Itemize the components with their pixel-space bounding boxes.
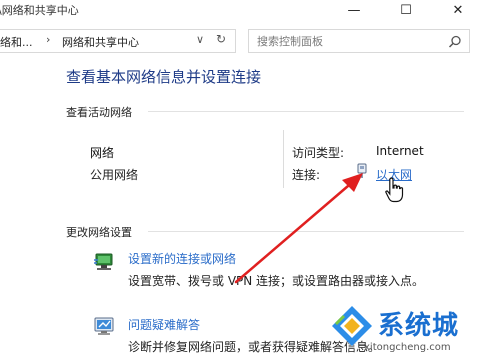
search-input[interactable]	[257, 32, 437, 50]
search-box[interactable]	[248, 29, 470, 53]
minimize-button[interactable]: —	[332, 0, 376, 20]
title-bar: \网络和共享中心 — ☐ ✕	[0, 0, 478, 20]
access-type-value: Internet	[376, 144, 424, 158]
setup-new-connection-link[interactable]: 设置新的连接或网络	[128, 250, 236, 267]
change-settings-heading: 更改网络设置	[66, 226, 132, 239]
section-divider	[148, 231, 464, 232]
breadcrumb[interactable]: 络和... › 网络和共享中心 ∨ ↻	[0, 29, 236, 53]
ethernet-icon[interactable]	[356, 163, 368, 179]
new-connection-icon[interactable]	[92, 250, 116, 274]
close-icon: ✕	[452, 2, 464, 18]
watermark-site: xitongcheng.com	[364, 342, 451, 353]
close-button[interactable]: ✕	[436, 0, 478, 20]
section-divider	[148, 111, 464, 112]
access-type-label: 访问类型:	[292, 146, 345, 160]
network-category: 公用网络	[90, 168, 139, 182]
network-name: 网络	[90, 146, 115, 160]
address-bar: 络和... › 网络和共享中心 ∨ ↻	[0, 28, 478, 54]
chevron-down-icon[interactable]: ∨	[196, 33, 204, 46]
search-icon[interactable]	[447, 34, 463, 50]
troubleshoot-link[interactable]: 问题疑难解答	[128, 316, 200, 333]
maximize-button[interactable]: ☐	[384, 0, 428, 20]
watermark-brand: 系统城	[378, 311, 460, 341]
refresh-icon[interactable]: ↻	[216, 32, 226, 46]
breadcrumb-previous[interactable]: 络和...	[0, 34, 33, 50]
minimize-icon: —	[347, 2, 361, 18]
connections-label: 连接:	[292, 168, 321, 182]
troubleshoot-icon[interactable]	[92, 314, 116, 338]
active-networks-heading: 查看活动网络	[66, 106, 132, 119]
vertical-divider	[283, 130, 284, 188]
hand-cursor-icon	[385, 177, 404, 203]
breadcrumb-current[interactable]: 网络和共享中心	[62, 34, 139, 50]
page-title: 查看基本网络信息并设置连接	[66, 68, 262, 86]
breadcrumb-separator-icon[interactable]: ›	[46, 33, 50, 46]
setup-new-connection-description: 设置宽带、拨号或 VPN 连接；或设置路由器或接入点。	[128, 274, 425, 288]
maximize-icon: ☐	[400, 2, 412, 18]
window-title: \网络和共享中心	[0, 4, 79, 17]
